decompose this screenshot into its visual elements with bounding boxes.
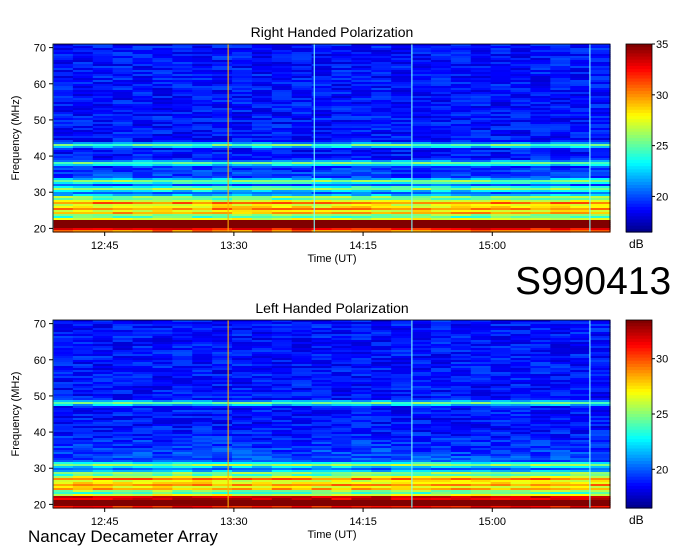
x-axis-label: Time (UT) <box>307 253 356 265</box>
spectrogram-chart: Left Handed Polarization 203040506070 12… <box>0 276 680 552</box>
colorbar: 20 25 30 35 <box>626 39 668 233</box>
y-tick-label: 50 <box>34 115 46 127</box>
colorbar-tick-label: 35 <box>656 39 668 51</box>
x-tick-label: 13:30 <box>220 240 248 252</box>
colorbar-unit-label: dB <box>629 237 644 251</box>
heatmap-layer <box>53 44 611 233</box>
y-tick-label: 60 <box>34 79 46 91</box>
x-tick-label: 14:15 <box>349 240 377 252</box>
chart-title: Left Handed Polarization <box>255 300 408 316</box>
panel-right-polarization: Right Handed Polarization 20 30 40 50 60 70 1… <box>0 0 680 276</box>
colorbar-tick-label: 30 <box>656 90 668 102</box>
spectrogram-chart: Right Handed Polarization 20 30 40 50 60 70 1… <box>0 0 680 276</box>
y-tick-label: 70 <box>34 43 46 55</box>
x-axis: 12:45 13:30 14:15 15:00 <box>91 232 506 252</box>
y-tick-label: 40 <box>34 151 46 163</box>
chart-title: Right Handed Polarization <box>251 24 414 40</box>
y-axis-label: Frequency (MHz) <box>10 96 22 181</box>
y-tick-label: 20 <box>34 223 46 235</box>
x-tick-label: 12:45 <box>91 240 119 252</box>
colorbar-tick-label: 20 <box>656 191 668 203</box>
y-tick-label: 30 <box>34 187 46 199</box>
y-axis: 20 30 40 50 60 70 <box>34 43 53 236</box>
colorbar-tick-label: 25 <box>656 141 668 153</box>
panel-left-polarization: Left Handed Polarization 203040506070 12… <box>0 276 680 552</box>
heatmap-layer <box>53 320 611 509</box>
x-tick-label: 15:00 <box>479 240 507 252</box>
